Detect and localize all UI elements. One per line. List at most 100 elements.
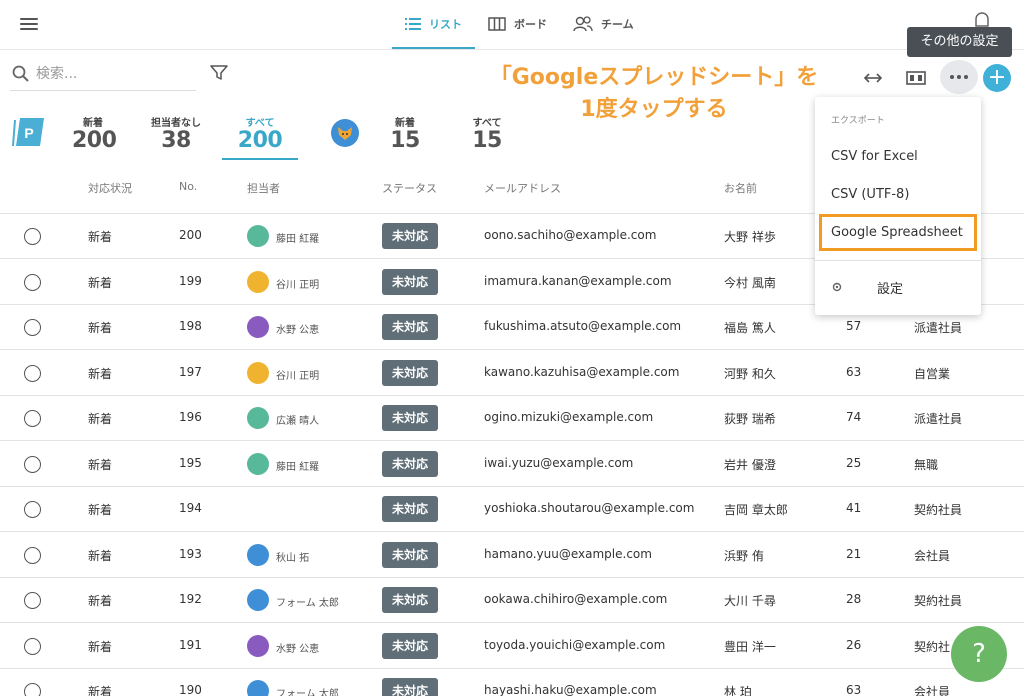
- status-badge[interactable]: 未対応: [382, 496, 438, 522]
- cell-age: 63: [846, 683, 862, 696]
- status-badge[interactable]: 未対応: [382, 450, 438, 477]
- row-select-radio[interactable]: [24, 546, 41, 564]
- status-badge[interactable]: 未対応: [382, 678, 438, 696]
- column-header-no[interactable]: No.: [179, 180, 197, 193]
- tab-team[interactable]: チーム: [560, 0, 647, 48]
- search-box: [10, 57, 196, 91]
- column-header-owner[interactable]: 担当者: [247, 180, 280, 196]
- status-badge[interactable]: 未対応: [382, 587, 438, 613]
- more-settings-button[interactable]: [940, 60, 978, 94]
- cell-status: 新着: [88, 457, 113, 472]
- column-header-email[interactable]: メールアドレス: [484, 180, 561, 196]
- row-select-radio[interactable]: [24, 501, 41, 518]
- more-settings-dropdown: エクスポート CSV for Excel CSV (UTF-8) Google …: [815, 97, 981, 315]
- cell-status: 新着: [88, 594, 113, 608]
- cell-name: 岩井 優澄: [724, 457, 776, 472]
- export-section-header: エクスポート: [831, 116, 885, 126]
- cell-job: 会社員: [914, 548, 951, 563]
- cell-status: 新着: [88, 685, 113, 696]
- table-row[interactable]: 新着 195 iwai.yuzu@example.com 岩井 優澄 25 無職 藤田 紅羅…: [0, 442, 1024, 487]
- cell-name: 林 珀: [724, 685, 752, 696]
- row-select-radio[interactable]: [24, 319, 41, 336]
- stat-label: すべて: [245, 118, 275, 129]
- status-badge[interactable]: 未対応: [382, 632, 438, 659]
- stat-all[interactable]: すべて 200: [232, 114, 288, 153]
- row-select-radio[interactable]: [24, 273, 41, 291]
- cell-name: 吉岡 章太郎: [724, 503, 788, 517]
- table-row[interactable]: 新着 191 toyoda.youichi@example.com 豊田 洋一 26 契約…: [0, 624, 1024, 669]
- table-row[interactable]: 新着 194 yoshioka.shoutarou@example.com 吉岡 章太…: [0, 487, 1024, 532]
- cell-owner: フォーム 太郎: [276, 689, 339, 696]
- annotation-line-1: 「Googleスプレッドシート」を: [489, 65, 819, 90]
- cell-job: 派遣社員: [914, 321, 963, 335]
- instruction-annotation: 「Googleスプレッドシート」を 1度タップする: [455, 62, 853, 126]
- columns-button[interactable]: [900, 62, 932, 94]
- stat-form-new[interactable]: 新着 15: [384, 114, 426, 153]
- row-select-radio[interactable]: [24, 637, 41, 655]
- tab-list[interactable]: リスト: [392, 0, 475, 49]
- status-badge[interactable]: 未対応: [382, 541, 438, 568]
- cell-no: 198: [179, 319, 202, 333]
- status-badge[interactable]: 未対応: [382, 223, 438, 249]
- export-csv-utf8-item[interactable]: CSV (UTF-8): [831, 187, 909, 202]
- gear-icon: [832, 282, 842, 292]
- settings-item[interactable]: 設定: [877, 278, 903, 297]
- cell-status: 新着: [88, 321, 113, 335]
- cell-no: 195: [179, 455, 202, 470]
- cell-no: 192: [179, 592, 202, 606]
- owner-avatar: [247, 407, 269, 429]
- cell-status: 新着: [88, 230, 113, 244]
- cell-name: 豊田 洋一: [724, 639, 776, 654]
- cell-no: 196: [179, 410, 202, 424]
- cell-owner: 谷川 正明: [276, 279, 320, 291]
- table-row[interactable]: 新着 197 kawano.kazuhisa@example.com 河野 和久 63 自…: [0, 351, 1024, 396]
- help-button[interactable]: ?: [951, 626, 1007, 682]
- cell-age: 28: [846, 592, 862, 606]
- row-select-radio[interactable]: [24, 228, 41, 245]
- column-header-name[interactable]: お名前: [724, 180, 757, 196]
- stat-new[interactable]: 新着 200: [72, 114, 117, 153]
- table-row[interactable]: 新着 193 hamano.yuu@example.com 浜野 侑 21 会社員 秋山 拓…: [0, 533, 1024, 578]
- row-select-radio[interactable]: [24, 683, 41, 696]
- expand-width-button[interactable]: [857, 62, 889, 94]
- filter-icon[interactable]: [210, 65, 228, 81]
- export-google-spreadsheet-item[interactable]: Google Spreadsheet: [831, 225, 963, 240]
- cell-age: 63: [846, 364, 862, 379]
- tab-board-label: ボード: [514, 18, 547, 31]
- stat-unassigned[interactable]: 担当者なし 38: [146, 114, 206, 153]
- fox-icon: [338, 127, 352, 140]
- cell-status: 新着: [88, 275, 113, 290]
- export-csv-excel-item[interactable]: CSV for Excel: [831, 149, 918, 164]
- list-icon: [405, 17, 421, 30]
- table-row[interactable]: 新着 196 ogino.mizuki@example.com 荻野 瑞希 74 派遣社員…: [0, 396, 1024, 441]
- cell-status: 新着: [88, 412, 113, 426]
- column-header-status[interactable]: 対応状況: [88, 180, 132, 196]
- status-badge[interactable]: 未対応: [382, 405, 438, 431]
- row-select-radio[interactable]: [24, 455, 41, 473]
- owner-avatar: [247, 589, 269, 611]
- cell-job: 契約社員: [914, 594, 963, 608]
- row-select-radio[interactable]: [24, 410, 41, 427]
- table-row[interactable]: 新着 192 ookawa.chihiro@example.com 大川 千尋 28 契約…: [0, 578, 1024, 623]
- menu-icon[interactable]: [20, 15, 38, 31]
- form-avatar: [331, 119, 359, 147]
- search-input[interactable]: [36, 63, 191, 85]
- status-badge[interactable]: 未対応: [382, 359, 438, 386]
- add-button[interactable]: +: [983, 64, 1011, 92]
- status-badge[interactable]: 未対応: [382, 314, 438, 340]
- owner-avatar: [247, 452, 269, 475]
- table-row[interactable]: 新着 190 hayashi.haku@example.com 林 珀 63 会社員 フォー…: [0, 669, 1024, 696]
- cell-owner: 水野 公恵: [276, 325, 320, 336]
- tab-board[interactable]: ボード: [475, 0, 560, 48]
- column-header-state[interactable]: ステータス: [382, 180, 437, 196]
- status-badge[interactable]: 未対応: [382, 268, 438, 295]
- cell-email: ookawa.chihiro@example.com: [484, 592, 668, 606]
- cell-age: 26: [846, 637, 862, 652]
- row-select-radio[interactable]: [24, 364, 41, 382]
- row-select-radio[interactable]: [24, 592, 41, 609]
- cell-owner: 秋山 拓: [276, 552, 310, 564]
- cell-email: kawano.kazuhisa@example.com: [484, 364, 680, 379]
- cell-age: 41: [846, 501, 862, 515]
- owner-avatar: [247, 270, 269, 293]
- cell-owner: 水野 公恵: [276, 643, 320, 655]
